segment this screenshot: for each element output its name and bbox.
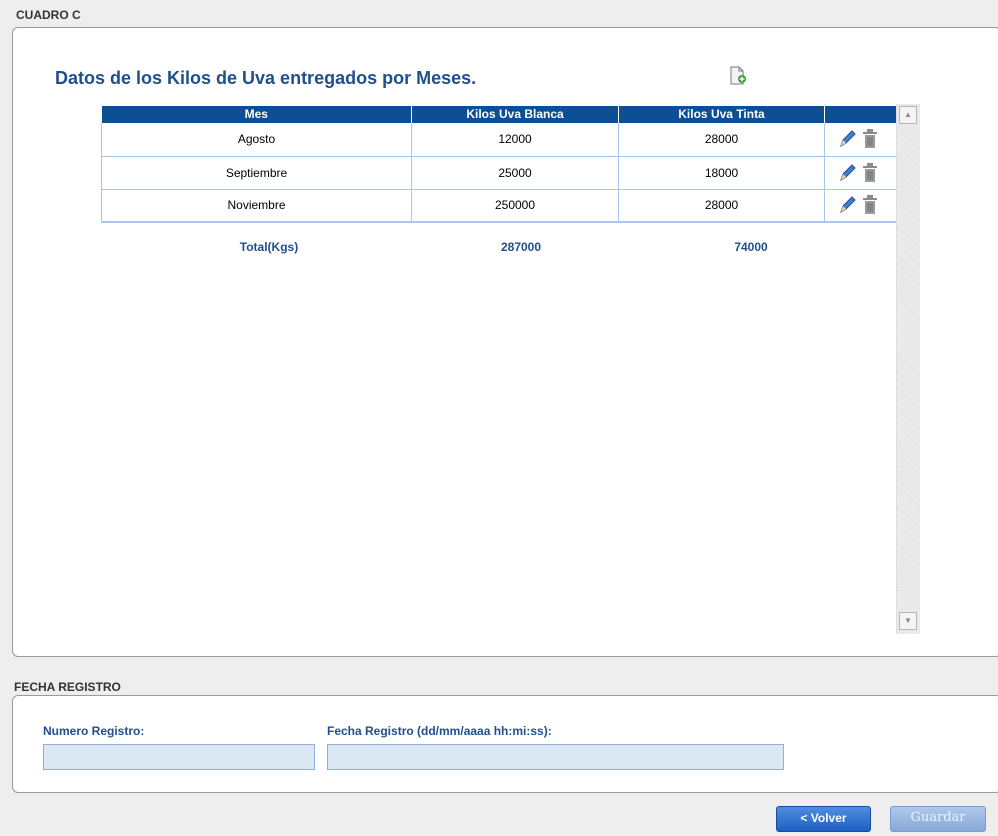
cell-mes: Noviembre: [101, 189, 412, 223]
header-actions: [824, 106, 898, 123]
cell-tinta: 28000: [618, 189, 825, 223]
header-kilos-blanca: Kilos Uva Blanca: [411, 106, 619, 123]
fecha-panel: Numero Registro: Fecha Registro (dd/mm/a…: [12, 695, 998, 793]
header-kilos-tinta: Kilos Uva Tinta: [618, 106, 825, 123]
cell-blanca: 12000: [411, 123, 619, 157]
kilos-table: Mes Kilos Uva Blanca Kilos Uva Tinta Ago…: [101, 106, 898, 223]
volver-button[interactable]: < Volver: [776, 806, 871, 832]
row-actions: [824, 156, 898, 190]
scroll-up-button[interactable]: ▲: [899, 106, 917, 124]
numero-registro-label: Numero Registro:: [43, 724, 145, 738]
cell-blanca: 250000: [411, 189, 619, 223]
header-mes: Mes: [101, 106, 412, 123]
scroll-down-button[interactable]: ▼: [899, 612, 917, 630]
data-title: Datos de los Kilos de Uva entregados por…: [55, 68, 477, 88]
cell-mes: Septiembre: [101, 156, 412, 190]
trash-icon[interactable]: [860, 162, 880, 184]
trash-icon[interactable]: [860, 194, 880, 216]
totals-label: Total(Kgs): [239, 240, 299, 254]
cell-tinta: 18000: [618, 156, 825, 190]
table-header-row: Mes Kilos Uva Blanca Kilos Uva Tinta: [101, 106, 898, 123]
table-row: Noviembre 250000 28000: [101, 189, 898, 223]
add-document-icon[interactable]: [729, 66, 747, 86]
row-actions: [824, 189, 898, 223]
cell-tinta: 28000: [618, 123, 825, 157]
trash-icon[interactable]: [860, 128, 880, 150]
cell-mes: Agosto: [101, 123, 412, 157]
fecha-registro-label: Fecha Registro (dd/mm/aaaa hh:mi:ss):: [327, 724, 552, 738]
pencil-icon[interactable]: [837, 128, 857, 150]
table-row: Agosto 12000 28000: [101, 123, 898, 157]
fecha-section-title: FECHA REGISTRO: [14, 680, 121, 694]
cuadro-panel: Datos de los Kilos de Uva entregados por…: [12, 27, 998, 657]
total-blanca: 287000: [500, 240, 542, 254]
pencil-icon[interactable]: [837, 194, 857, 216]
vertical-scrollbar[interactable]: ▲ ▼: [896, 104, 920, 634]
total-tinta: 74000: [734, 240, 768, 254]
numero-registro-input[interactable]: [43, 744, 315, 770]
guardar-button[interactable]: Guardar: [890, 806, 986, 832]
table-row: Septiembre 25000 18000: [101, 156, 898, 190]
fecha-registro-input[interactable]: [327, 744, 784, 770]
cell-blanca: 25000: [411, 156, 619, 190]
cuadro-section-title: CUADRO C: [16, 8, 81, 22]
pencil-icon[interactable]: [837, 162, 857, 184]
row-actions: [824, 123, 898, 157]
